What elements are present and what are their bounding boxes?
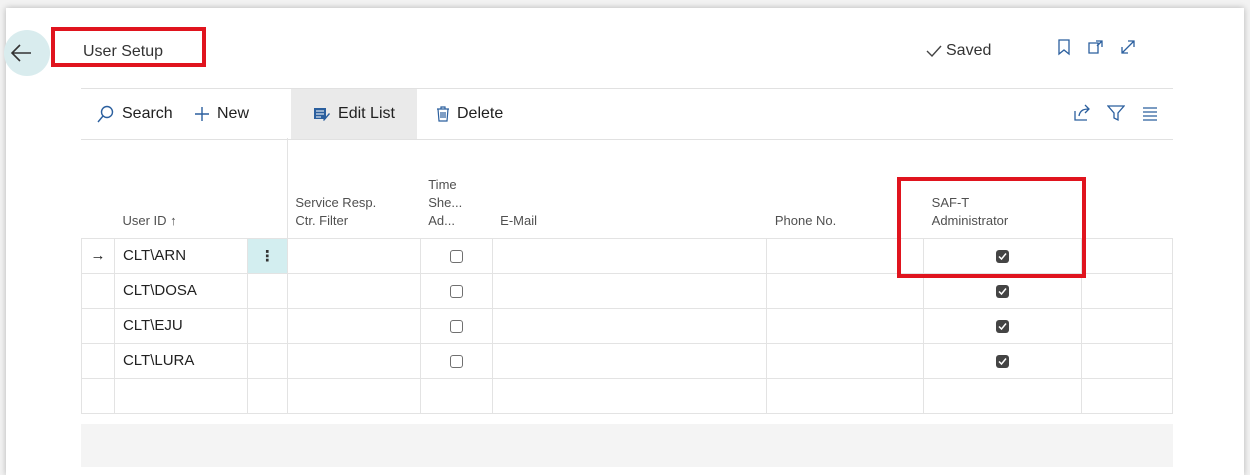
table-row-new[interactable] [81,377,1173,414]
email-cell[interactable] [491,342,768,379]
service-filter-cell[interactable] [286,307,421,344]
check-icon [926,45,942,57]
user-id-cell[interactable]: CLT\EJU [113,307,248,344]
time-sheet-admin-checkbox[interactable] [419,237,493,274]
filter-icon[interactable] [1106,104,1126,122]
arrow-left-icon [10,44,31,62]
action-bar: Search New Edit List Delete [81,88,1173,140]
table-row[interactable]: CLT\DOSA [81,272,1173,309]
phone-cell[interactable] [766,342,925,379]
search-button[interactable]: Search [97,89,173,139]
bookmark-icon[interactable] [1055,38,1073,56]
time-sheet-admin-checkbox[interactable] [419,272,493,309]
user-id-cell[interactable]: CLT\LURA [113,342,248,379]
email-cell[interactable] [491,237,768,274]
current-row-arrow-icon: → [81,237,115,274]
edit-list-icon [314,108,331,121]
grid-empty-area [81,424,1173,467]
edit-list-label: Edit List [338,105,395,122]
list-view-icon[interactable] [1141,104,1159,122]
service-filter-cell[interactable] [286,272,421,309]
saft-admin-checkbox[interactable] [923,307,1083,344]
trash-icon [437,106,449,122]
save-status-label: Saved [946,42,992,59]
delete-label: Delete [457,105,504,122]
saft-highlight-box [897,177,1086,278]
saft-admin-checkbox[interactable] [923,342,1083,379]
email-cell[interactable] [491,307,768,344]
phone-cell[interactable] [766,307,925,344]
user-id-cell[interactable]: CLT\DOSA [113,272,248,309]
row-actions-menu-icon[interactable]: ⋮ [246,237,288,274]
service-filter-cell[interactable] [286,237,421,274]
delete-button[interactable]: Delete [436,89,503,139]
col-header-service-filter[interactable]: Service Resp. Ctr. Filter [287,138,420,238]
time-sheet-admin-checkbox[interactable] [419,342,493,379]
table-row[interactable]: CLT\EJU [81,307,1173,344]
time-sheet-admin-checkbox[interactable] [419,307,493,344]
phone-cell[interactable] [766,272,925,309]
edit-list-button[interactable]: Edit List [291,89,417,139]
table-row[interactable]: CLT\LURA [81,342,1173,379]
open-new-window-icon[interactable] [1087,38,1105,56]
col-header-user-id[interactable]: User ID ↑ [114,138,247,238]
search-icon [97,105,114,123]
title-highlight-box [51,27,206,67]
expand-icon[interactable] [1119,38,1137,56]
save-status: Saved [926,42,991,60]
plus-icon [195,107,209,121]
saft-admin-checkbox[interactable] [923,272,1083,309]
share-icon[interactable] [1073,104,1091,122]
new-label: New [217,105,250,122]
service-filter-cell[interactable] [286,342,421,379]
user-id-cell[interactable] [113,377,248,414]
search-label: Search [122,105,173,122]
col-header-email[interactable]: E-Mail [492,138,767,238]
back-button[interactable] [4,30,50,76]
email-cell[interactable] [491,272,768,309]
col-header-time-sheet-admin[interactable]: Time She... Ad... [420,138,492,238]
new-button[interactable]: New [194,89,249,139]
user-id-cell[interactable]: CLT\ARN [113,237,248,274]
